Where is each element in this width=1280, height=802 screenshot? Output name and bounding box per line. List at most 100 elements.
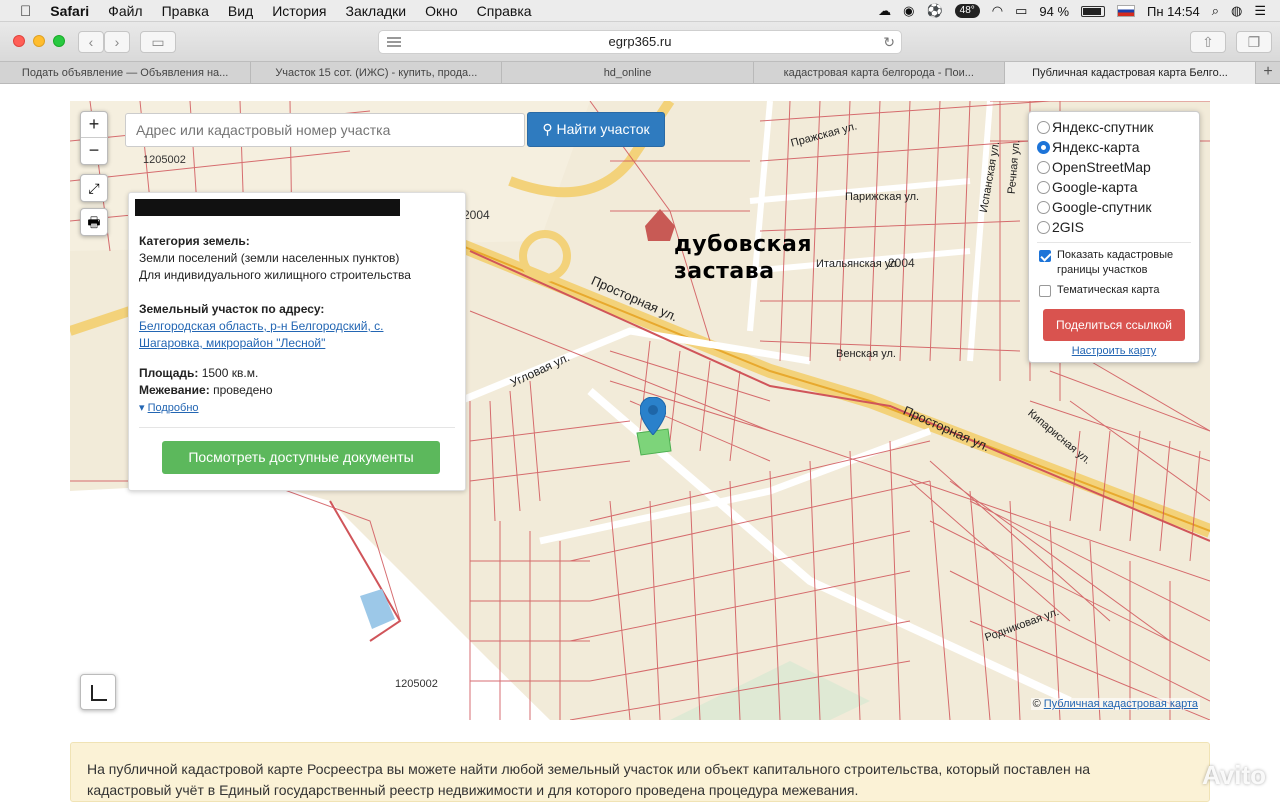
tab-overview-button[interactable]: ❐ <box>1236 31 1272 53</box>
safari-toolbar: ‹ › ▭ egrp365.ru ↻ ⇧ ❐ <box>0 22 1280 62</box>
show-borders-checkbox[interactable] <box>1039 250 1051 262</box>
address-search-input[interactable] <box>125 113 525 147</box>
layer-option-label: OpenStreetMap <box>1052 159 1151 175</box>
sidebar-toggle-button[interactable]: ▭ <box>140 31 176 53</box>
address-link[interactable]: Белгородская область, р-н Белгородский, … <box>139 319 383 333</box>
quarter-label: 1205002 <box>395 678 438 690</box>
details-link[interactable]: Подробно <box>148 402 199 414</box>
layer-option-2gis[interactable]: 2GIS <box>1037 218 1084 236</box>
show-borders-label-line: границы участков <box>1057 264 1148 276</box>
configure-map-link[interactable]: Настроить карту <box>1029 345 1199 357</box>
thematic-map-checkbox[interactable] <box>1039 285 1051 297</box>
fullscreen-button[interactable]: ⤢ <box>80 174 108 202</box>
redacted-cadastral-number <box>135 199 400 216</box>
avito-watermark: Avito <box>1201 760 1266 790</box>
tab-bar: Подать объявление — Объявления на... Уча… <box>0 62 1280 84</box>
location-marker-icon[interactable] <box>640 397 666 435</box>
input-language-flag-icon[interactable] <box>1117 5 1136 17</box>
layer-option-yandex-map[interactable]: Яндекс-карта <box>1037 138 1139 156</box>
radio-button[interactable] <box>1037 160 1050 174</box>
sidebar-icon: ▭ <box>151 34 165 50</box>
battery-percent[interactable]: 94 % <box>1039 4 1069 19</box>
cadastral-map[interactable]: 1205002 1205002 2004 2004 Просторная ул.… <box>70 101 1210 720</box>
fullscreen-window-button[interactable] <box>53 35 65 47</box>
print-button[interactable]: 🖶 <box>80 208 108 236</box>
survey-value: проведено <box>213 383 273 397</box>
street-label: Парижская ул. <box>845 191 920 203</box>
address-link[interactable]: Шагаровка, микрорайон "Лесной" <box>139 336 325 350</box>
share-link-button[interactable]: Поделиться ссылкой <box>1043 309 1185 341</box>
menu-view[interactable]: Вид <box>228 3 253 19</box>
menu-help[interactable]: Справка <box>477 3 532 19</box>
airplay-icon[interactable]: ▭ <box>1015 3 1027 19</box>
tab-plot-listing[interactable]: Участок 15 сот. (ИЖС) - купить, прода... <box>251 62 503 84</box>
share-button[interactable]: ⇧ <box>1190 31 1226 53</box>
thematic-map-option[interactable]: Тематическая карта <box>1039 283 1159 298</box>
layer-option-label: Яндекс-спутник <box>1052 119 1154 135</box>
app-menu-safari[interactable]: Safari <box>50 3 89 19</box>
street-label: Венская ул. <box>836 348 896 360</box>
reload-icon[interactable]: ↻ <box>883 31 895 53</box>
tabs-icon: ❐ <box>1247 34 1261 50</box>
layer-option-openstreetmap[interactable]: OpenStreetMap <box>1037 158 1151 176</box>
forward-button[interactable]: › <box>104 31 130 53</box>
info-note: На публичной кадастровой карте Росреестр… <box>70 742 1210 802</box>
address-section: Земельный участок по адресу: Белгородска… <box>139 301 383 352</box>
menu-edit[interactable]: Правка <box>162 3 209 19</box>
radio-button[interactable] <box>1037 120 1050 134</box>
cloud-icon[interactable]: ☁ <box>878 3 891 19</box>
clock[interactable]: Пн 14:54 <box>1147 4 1200 19</box>
show-borders-label-line: Показать кадастровые <box>1057 249 1174 261</box>
printer-icon: 🖶 <box>87 214 101 230</box>
menu-file[interactable]: Файл <box>108 3 142 19</box>
show-borders-label: Показать кадастровые границы участков <box>1057 248 1173 278</box>
menu-bookmarks[interactable]: Закладки <box>346 3 407 19</box>
radio-button[interactable] <box>1037 180 1050 194</box>
address-bar[interactable]: egrp365.ru ↻ <box>378 30 902 54</box>
zoom-out-button[interactable]: − <box>81 138 107 164</box>
tab-avito-post[interactable]: Подать объявление — Объявления на... <box>0 62 252 84</box>
close-window-button[interactable] <box>13 35 25 47</box>
status-app-icon[interactable]: ◉ <box>903 3 914 19</box>
siri-icon[interactable]: ◍ <box>1231 3 1242 19</box>
tab-hd-online[interactable]: hd_online <box>502 62 754 84</box>
layer-option-label: Яндекс-карта <box>1052 139 1140 155</box>
street-label: Итальянская ул. <box>816 258 900 270</box>
copyright-symbol: © <box>1032 698 1041 710</box>
find-plot-button[interactable]: ⚲ Найти участок <box>527 112 665 147</box>
layer-option-google-satellite[interactable]: Google-спутник <box>1037 198 1151 216</box>
tab-public-cadastral-map[interactable]: Публичная кадастровая карта Белго... <box>1004 62 1257 84</box>
zoom-in-button[interactable]: + <box>81 112 107 138</box>
map-layers-panel: Яндекс-спутник Яндекс-карта OpenStreetMa… <box>1028 111 1200 363</box>
weather-badge[interactable]: 48° <box>954 4 980 18</box>
layer-option-yandex-satellite[interactable]: Яндекс-спутник <box>1037 118 1153 136</box>
reader-icon[interactable] <box>387 37 401 47</box>
show-borders-option[interactable]: Показать кадастровые границы участков <box>1039 248 1173 278</box>
find-plot-button-label: Найти участок <box>556 121 650 137</box>
chevron-right-icon: › <box>114 34 120 50</box>
battery-icon[interactable] <box>1081 5 1106 17</box>
details-toggle[interactable]: ▾ Подробно <box>139 402 199 414</box>
wifi-icon[interactable]: ◠ <box>992 3 1003 19</box>
radio-button[interactable] <box>1037 220 1050 234</box>
radio-button[interactable] <box>1037 140 1050 154</box>
notification-center-icon[interactable]: ☰ <box>1254 3 1266 19</box>
spotlight-search-icon[interactable]: ⌕ <box>1212 3 1219 19</box>
land-category-section: Категория земель: Земли поселений (земли… <box>139 233 411 284</box>
minimize-window-button[interactable] <box>33 35 45 47</box>
ball-icon[interactable]: ⚽ <box>926 3 942 19</box>
apple-menu-icon[interactable]:  <box>20 3 31 20</box>
thematic-map-label: Тематическая карта <box>1057 284 1160 296</box>
new-tab-button[interactable]: + <box>1256 62 1280 83</box>
ruler-tool-button[interactable] <box>80 674 116 710</box>
address-title: Земельный участок по адресу: <box>139 302 325 316</box>
map-attribution: © Публичная кадастровая карта <box>1030 698 1200 710</box>
menu-history[interactable]: История <box>272 3 326 19</box>
view-documents-button[interactable]: Посмотреть доступные документы <box>162 441 440 474</box>
layer-option-google-map[interactable]: Google-карта <box>1037 178 1138 196</box>
radio-button[interactable] <box>1037 200 1050 214</box>
back-button[interactable]: ‹ <box>78 31 104 53</box>
tab-search-cadastral[interactable]: кадастровая карта белгорода - Пои... <box>754 62 1005 84</box>
attribution-link[interactable]: Публичная кадастровая карта <box>1044 698 1198 710</box>
menu-window[interactable]: Окно <box>425 3 458 19</box>
